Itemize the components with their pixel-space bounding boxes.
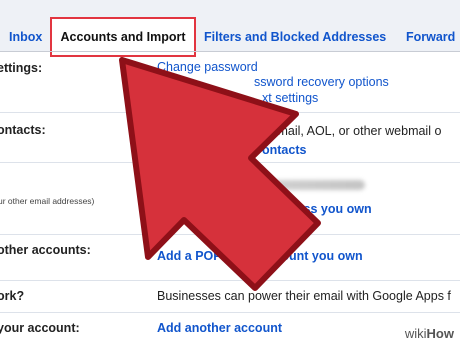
other-account-settings-link[interactable]: xt settings <box>262 91 318 105</box>
import-label: ontacts: <box>0 123 46 137</box>
blurred-email-address <box>155 180 365 190</box>
password-recovery-link[interactable]: ssword recovery options <box>254 75 389 89</box>
other-accounts-label: other accounts: <box>0 243 91 257</box>
section-divider <box>0 280 460 281</box>
send-mail-sublabel: ur other email addresses) <box>0 196 95 206</box>
tab-inbox[interactable]: Inbox <box>9 30 42 44</box>
wikihow-watermark: wikiHow <box>405 326 454 341</box>
change-settings-label: ettings: <box>0 61 43 75</box>
section-divider <box>0 162 460 163</box>
tab-forwarding[interactable]: Forward <box>406 30 455 44</box>
add-email-address-link[interactable]: Add another email address you own <box>157 202 372 216</box>
watermark-part-wiki: wiki <box>404 326 427 341</box>
section-divider <box>0 234 460 235</box>
grant-access-label: your account: <box>0 321 80 335</box>
watermark-part-how: How <box>426 326 454 341</box>
import-link-start[interactable]: Im <box>155 143 170 157</box>
add-pop3-account-link[interactable]: Add a POP3 mail account you own <box>157 249 363 263</box>
settings-tab-bar: Inbox Accounts and Import Filters and Bl… <box>0 0 460 57</box>
add-another-account-link[interactable]: Add another account <box>157 321 282 335</box>
work-description: Businesses can power their email with Go… <box>157 289 451 303</box>
tab-bar-divider <box>0 51 460 52</box>
change-password-link[interactable]: Change password <box>157 60 258 74</box>
section-divider <box>0 312 460 313</box>
import-link-end[interactable]: ontacts <box>262 143 306 157</box>
work-label: ork? <box>0 289 25 303</box>
import-description: Hotmail, AOL, or other webmail o <box>258 124 442 138</box>
section-divider <box>0 112 460 113</box>
tab-filters-and-blocked-addresses[interactable]: Filters and Blocked Addresses <box>204 30 386 44</box>
